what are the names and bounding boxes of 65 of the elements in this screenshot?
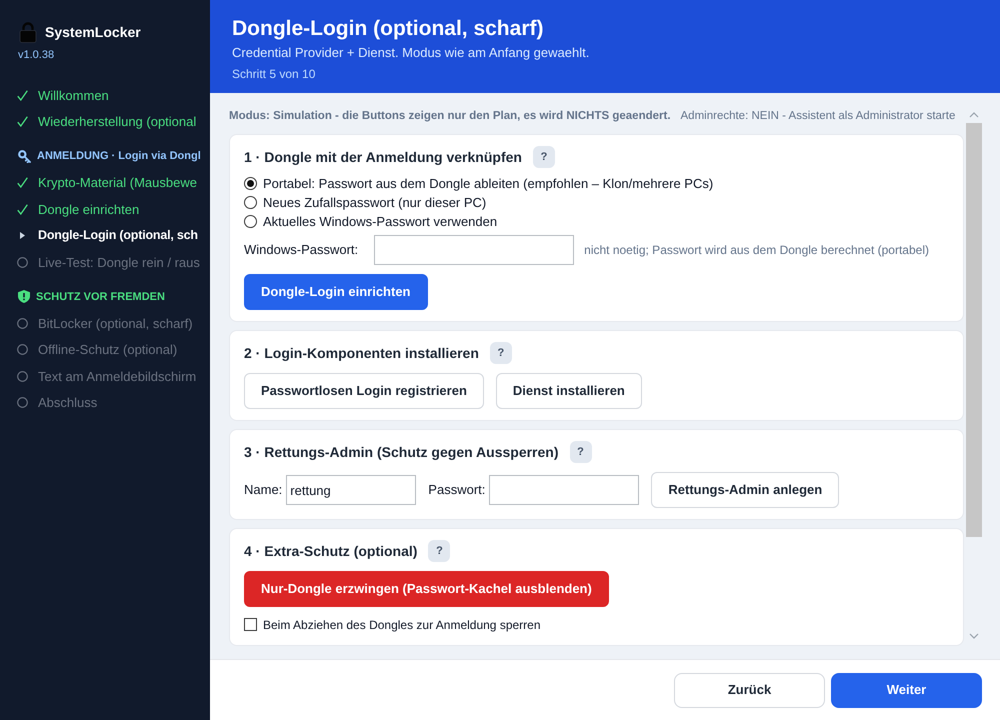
lock-icon — [19, 22, 37, 42]
action-button[interactable]: Dienst installieren — [496, 373, 642, 409]
radio-label: Aktuelles Windows-Passwort verwenden — [263, 212, 498, 231]
circle-icon — [16, 344, 28, 356]
chevron-up-icon[interactable] — [969, 112, 979, 118]
action-button[interactable]: Passwortlosen Login registrieren — [244, 373, 484, 409]
input-field[interactable] — [489, 475, 640, 505]
admin-notice: Adminrechte: NEIN - Assistent als Administrator starte — [680, 108, 956, 124]
check-icon — [16, 116, 28, 128]
section-title: 3 · Rettungs-Admin (Schutz gegen Aussperren) — [244, 442, 559, 462]
section-title: 1 · Dongle mit der Anmeldung verknüpfen — [244, 148, 522, 167]
nav-button[interactable]: Weiter — [831, 672, 982, 708]
radio-button[interactable] — [244, 196, 257, 209]
sidebar-step[interactable]: Text am Anmeldebildschirm — [0, 363, 196, 390]
step-counter: Schritt 5 von 10 — [232, 66, 316, 82]
nav-button[interactable]: Zurück — [674, 672, 825, 708]
help-button[interactable]: ? — [532, 146, 555, 168]
radio-label: Portabel: Passwort aus dem Dongle ableiten (empfohlen – Klon/mehrere PCs) — [263, 174, 714, 193]
field-label: Name: — [244, 481, 282, 500]
checkbox[interactable] — [244, 618, 257, 631]
circle-icon — [16, 397, 28, 408]
sidebar-group-title: ANMELDUNG · Login via Dongl — [37, 149, 201, 164]
mode-notice: Modus: Simulation - die Buttons zeigen nur den Plan, es wird NICHTS geaendert. — [229, 108, 671, 124]
app-name: SystemLocker — [45, 22, 141, 42]
circle-icon — [16, 370, 28, 382]
sidebar-step[interactable]: Krypto-Material (Mausbewe — [0, 170, 197, 196]
circle-icon — [16, 256, 28, 268]
circle-icon — [16, 318, 28, 329]
radio-label: Neues Zufallspasswort (nur dieser PC) — [263, 194, 486, 212]
sidebar-step[interactable]: Offline-Schutz (optional) — [0, 336, 178, 363]
action-button[interactable]: Nur-Dongle erzwingen (Passwort-Kachel ausblenden) — [244, 571, 609, 607]
help-button[interactable]: ? — [570, 441, 592, 463]
help-button[interactable]: ? — [428, 540, 450, 562]
scrollbar-thumb[interactable] — [966, 123, 982, 537]
action-button[interactable]: Rettungs-Admin anlegen — [651, 472, 840, 508]
sidebar-step[interactable]: Wiederherstellung (optional — [0, 108, 196, 135]
triangle-icon — [20, 232, 24, 240]
action-button[interactable]: Dongle-Login einrichten — [244, 274, 428, 310]
sidebar-step[interactable]: Abschluss — [0, 390, 98, 416]
page-title: Dongle-Login (optional, scharf) — [232, 16, 544, 42]
radio-button[interactable] — [244, 215, 257, 228]
field-label: Passwort: — [428, 481, 486, 500]
radio-button[interactable] — [244, 177, 257, 190]
input-field[interactable]: rettung — [286, 475, 416, 505]
app-version: v1.0.38 — [18, 48, 54, 63]
sidebar-step[interactable]: BitLocker (optional, scharf) — [0, 310, 193, 336]
section-title: 4 · Extra-Schutz (optional) — [244, 542, 418, 561]
section-title: 2 · Login-Komponenten installieren — [244, 344, 479, 363]
chevron-down-icon[interactable] — [969, 633, 979, 639]
check-icon — [16, 177, 28, 188]
sidebar-step[interactable]: Dongle-Login (optional, sch — [0, 222, 198, 249]
key-icon — [18, 150, 31, 163]
checkbox-label: Beim Abziehen des Dongles zur Anmeldung sperren — [263, 616, 540, 634]
sidebar-step[interactable]: Dongle einrichten — [0, 196, 140, 222]
sidebar-group-title: SCHUTZ VOR FREMDEN — [36, 290, 165, 304]
sidebar-step[interactable]: Live-Test: Dongle rein / raus — [0, 249, 200, 276]
sidebar-step[interactable]: Willkommen — [0, 82, 109, 108]
check-icon — [16, 90, 28, 101]
field-label: Windows-Passwort: — [244, 241, 358, 260]
check-icon — [16, 204, 28, 215]
shield-icon — [18, 290, 30, 304]
field-hint: nicht noetig; Passwort wird aus dem Dongle berechnet (portabel) — [584, 242, 929, 259]
input-field[interactable] — [374, 235, 574, 265]
help-button[interactable]: ? — [490, 342, 512, 364]
page-subtitle: Credential Provider + Dienst. Modus wie am Anfang gewaehlt. — [232, 44, 590, 62]
